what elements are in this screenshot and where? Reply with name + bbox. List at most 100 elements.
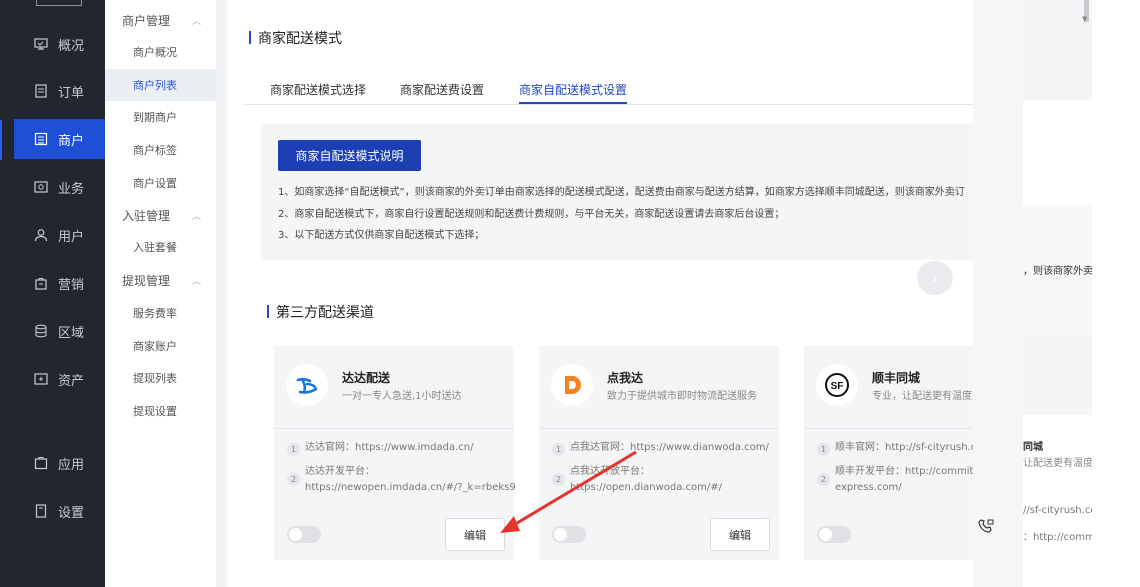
subnav-item-onboarding-package[interactable]: 入驻套餐 bbox=[105, 231, 217, 263]
card-dev-platform-url: express.com/ bbox=[835, 482, 902, 493]
subnav-item-merchant-tags[interactable]: 商户标签 bbox=[105, 134, 217, 166]
nav-item-assets[interactable]: 资产 bbox=[0, 359, 105, 399]
tab-bar: 商家配送模式选择 商家配送费设置 商家自配送模式设置 bbox=[243, 73, 973, 105]
page-background bbox=[1092, 0, 1140, 587]
background-page-fragment: ，则该商家外卖订 同城 让配送更有温度 //sf-cityrush.com ：h… bbox=[1023, 0, 1092, 587]
marketing-bag-icon bbox=[34, 276, 48, 290]
nav-item-region[interactable]: 区域 bbox=[0, 311, 105, 351]
asset-icon bbox=[34, 372, 48, 386]
nav-item-apps[interactable]: 应用 bbox=[0, 443, 105, 483]
card-official-site: 点我达官网：https://www.dianwoda.com/ bbox=[570, 442, 769, 453]
nav-item-label: 区域 bbox=[58, 325, 85, 341]
nav-item-label: 商户 bbox=[58, 133, 85, 149]
card-dev-platform-label: 顺丰开发平台：http://commit-d bbox=[835, 466, 973, 477]
subnav-item-label: 提现设置 bbox=[133, 405, 177, 418]
sf-logo-icon: SF bbox=[816, 364, 858, 406]
delivery-card-sf: SF 顺丰同城 专业，让配送更有温度 1 顺丰官网：http://sf-city… bbox=[804, 346, 973, 560]
phone-icon[interactable] bbox=[975, 515, 997, 537]
user-icon bbox=[34, 228, 48, 242]
svg-text:SF: SF bbox=[831, 381, 844, 392]
card-description: 一对一专人急送,1小时送达 bbox=[342, 391, 462, 402]
dianwoda-logo-icon bbox=[551, 364, 593, 406]
subnav-item-merchant-settings[interactable]: 商户设置 bbox=[105, 167, 217, 199]
subnav-group-withdrawal-management[interactable]: 提现管理 ︿ bbox=[105, 267, 217, 293]
tab-delivery-fee-settings[interactable]: 商家配送费设置 bbox=[400, 73, 484, 104]
subnav-group-merchant-management[interactable]: 商户管理 ︿ bbox=[105, 7, 217, 33]
subnav-item-service-rate[interactable]: 服务费率 bbox=[105, 297, 217, 329]
section-title: 第三方配送渠道 bbox=[267, 302, 374, 322]
subnav-item-expired-merchants[interactable]: 到期商户 bbox=[105, 101, 217, 133]
step-number-badge: 2 bbox=[552, 473, 565, 486]
subnav-item-label: 服务费率 bbox=[133, 307, 177, 320]
subnav-item-label: 商户概况 bbox=[133, 46, 177, 59]
step-number-badge: 1 bbox=[817, 443, 830, 456]
subnav-item-label: 提现列表 bbox=[133, 372, 177, 385]
background-text: ：http://commit-d bbox=[1023, 532, 1092, 543]
card-dev-platform-label: 点我达开放平台： bbox=[570, 466, 650, 477]
enable-toggle[interactable] bbox=[287, 526, 321, 543]
subnav-item-label: 商家账户 bbox=[133, 340, 177, 353]
subnav-group-label: 商户管理 bbox=[122, 13, 171, 28]
subnav-item-label: 商户列表 bbox=[133, 79, 177, 92]
subnav-item-withdrawal-settings[interactable]: 提现设置 bbox=[105, 395, 217, 427]
self-delivery-explanation-button[interactable]: 商家自配送模式说明 bbox=[278, 140, 421, 171]
nav-item-settings[interactable]: 设置 bbox=[0, 491, 105, 531]
subnav-item-label: 商户设置 bbox=[133, 177, 177, 190]
nav-item-label: 设置 bbox=[58, 505, 85, 521]
step-number-badge: 2 bbox=[817, 473, 830, 486]
card-divider bbox=[274, 428, 514, 429]
page-title: 商家配送模式 bbox=[249, 28, 342, 48]
subnav-item-merchant-list[interactable]: 商户列表 bbox=[105, 69, 217, 101]
nav-item-label: 概况 bbox=[58, 38, 85, 54]
step-number-badge: 1 bbox=[287, 443, 300, 456]
card-official-site: 顺丰官网：http://sf-cityrush.com bbox=[835, 442, 973, 453]
nav-item-label: 营销 bbox=[58, 277, 85, 293]
card-divider bbox=[539, 428, 779, 429]
edit-button[interactable]: 编辑 bbox=[710, 518, 770, 551]
enable-toggle[interactable] bbox=[552, 526, 586, 543]
side-drawer bbox=[973, 0, 1023, 587]
card-dev-platform-url: https://open.dianwoda.com/#/ bbox=[570, 482, 722, 493]
nav-item-users[interactable]: 用户 bbox=[0, 215, 105, 255]
background-text: 同城 bbox=[1023, 442, 1043, 453]
dada-logo-icon bbox=[286, 364, 328, 406]
delivery-card-dianwoda: 点我达 致力于提供城市即时物流配送服务 1 点我达官网：https://www.… bbox=[539, 346, 779, 560]
chevron-up-icon: ︿ bbox=[191, 276, 201, 287]
nav-item-label: 资产 bbox=[58, 373, 85, 389]
step-number-badge: 2 bbox=[287, 473, 300, 486]
subnav-item-label: 商户标签 bbox=[133, 144, 177, 157]
info-line: 2、商家自配送模式下，商家自行设置配送规则和配送费计费规则，与平台无关，商家配送… bbox=[278, 209, 785, 220]
subnav-item-merchant-account[interactable]: 商家账户 bbox=[105, 330, 217, 362]
nav-item-merchants[interactable]: 商户 bbox=[14, 119, 105, 159]
subnav-group-label: 入驻管理 bbox=[122, 208, 171, 223]
subnav-group-label: 提现管理 bbox=[122, 273, 171, 288]
card-description: 致力于提供城市即时物流配送服务 bbox=[607, 391, 757, 402]
store-icon bbox=[34, 132, 48, 146]
card-description: 专业，让配送更有温度 bbox=[872, 391, 972, 402]
card-dev-platform-url: https://newopen.imdada.cn/#/?_k=rbeks9 bbox=[305, 482, 516, 493]
subnav-item-merchant-overview[interactable]: 商户概况 bbox=[105, 36, 217, 68]
enable-toggle[interactable] bbox=[817, 526, 851, 543]
monitor-icon bbox=[34, 37, 48, 51]
carousel-next-button[interactable]: › bbox=[917, 261, 953, 295]
subnav-item-label: 到期商户 bbox=[133, 111, 177, 124]
nav-item-business[interactable]: 业务 bbox=[0, 167, 105, 207]
nav-item-overview[interactable]: 概况 bbox=[0, 24, 105, 64]
info-line: 1、如商家选择“自配送模式”，则该商家的外卖订单由商家选择的配送模式配送，配送费… bbox=[278, 187, 965, 198]
delivery-card-dada: 达达配送 一对一专人急送,1小时送达 1 达达官网：https://www.im… bbox=[274, 346, 516, 560]
app-icon bbox=[34, 456, 48, 470]
scroll-down-arrow-icon[interactable]: ▼ bbox=[1082, 15, 1087, 23]
logo-frame bbox=[36, 0, 82, 6]
edit-button[interactable]: 编辑 bbox=[445, 518, 505, 551]
subnav-group-onboarding-management[interactable]: 入驻管理 ︿ bbox=[105, 202, 217, 228]
background-text: ，则该商家外卖订 bbox=[1023, 266, 1092, 277]
nav-item-marketing[interactable]: 营销 bbox=[0, 263, 105, 303]
subnav-item-withdrawal-list[interactable]: 提现列表 bbox=[105, 362, 217, 394]
tab-self-delivery-settings[interactable]: 商家自配送模式设置 bbox=[519, 73, 628, 104]
nav-item-label: 应用 bbox=[58, 457, 85, 473]
nav-item-orders[interactable]: 订单 bbox=[0, 71, 105, 111]
settings-doc-icon bbox=[34, 504, 48, 518]
tab-delivery-mode-selection[interactable]: 商家配送模式选择 bbox=[270, 73, 366, 104]
order-list-icon bbox=[34, 84, 48, 98]
card-divider bbox=[804, 428, 973, 429]
